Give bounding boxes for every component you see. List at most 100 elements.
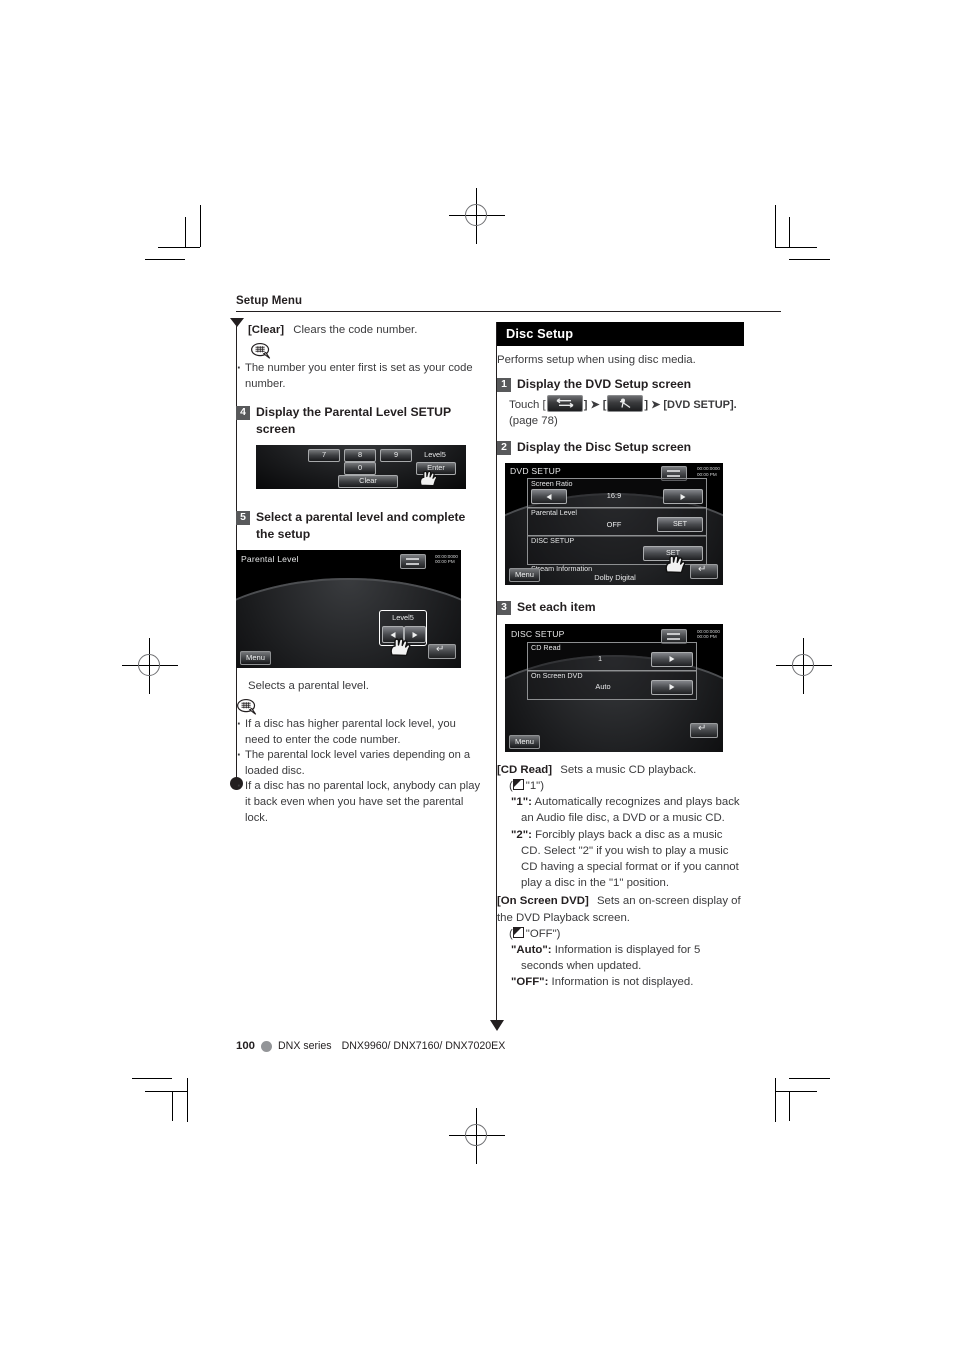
step-2: 2 Display the Disc Setup screen bbox=[497, 439, 744, 456]
option-desc: Information is not displayed. bbox=[551, 976, 694, 989]
keypad-key-9[interactable]: 9 bbox=[380, 449, 412, 463]
source-switch-icon[interactable] bbox=[546, 394, 583, 412]
page-number: 100 bbox=[236, 1040, 256, 1052]
step-number: 1 bbox=[497, 378, 511, 393]
step-number: 3 bbox=[497, 601, 511, 616]
disc-setup-label: DISC SETUP bbox=[531, 536, 575, 546]
clear-note-list: The number you enter first is set as you… bbox=[236, 360, 483, 392]
flow-arrow-down-end-icon bbox=[490, 1020, 504, 1031]
step-title: Display the DVD Setup screen bbox=[517, 377, 692, 392]
keypad-clear-button[interactable]: Clear bbox=[338, 475, 398, 489]
right-column: Disc Setup Performs setup when using dis… bbox=[497, 322, 744, 991]
on-screen-dvd-default-value: "OFF" bbox=[525, 927, 557, 940]
parental-level-screenshot: Parental Level 00:00:0000 00:00 PM Level… bbox=[236, 550, 461, 669]
cd-read-default-value: "1" bbox=[525, 780, 541, 793]
crop-mark-top-right bbox=[770, 205, 830, 260]
keypad-key-0[interactable]: 0 bbox=[344, 462, 376, 476]
step-5: 5 Select a parental level and complete t… bbox=[236, 509, 483, 542]
hand-pointer-icon bbox=[419, 470, 438, 487]
clock-readout: 00:00:0000 00:00 PM bbox=[697, 466, 720, 477]
cd-read-next-button[interactable] bbox=[651, 651, 693, 667]
back-arrow-icon[interactable] bbox=[690, 564, 718, 580]
clear-description: Clears the code number. bbox=[293, 324, 418, 336]
running-head-rule bbox=[236, 311, 781, 312]
list-item: If a disc has no parental lock, anybody … bbox=[236, 778, 483, 826]
menu-button[interactable]: Menu bbox=[509, 568, 540, 583]
page-footer: 100 DNX series DNX9960/ DNX7160/ DNX7020… bbox=[236, 1040, 505, 1052]
option-key: "OFF": bbox=[511, 976, 549, 989]
registration-mark-left bbox=[122, 638, 178, 694]
crop-mark-bottom-left bbox=[132, 1078, 192, 1133]
on-screen-dvd-description: [On Screen DVD] Sets an on-screen displa… bbox=[497, 893, 744, 925]
note-bubble-icon bbox=[237, 698, 257, 715]
on-screen-dvd-label: On Screen DVD bbox=[531, 670, 583, 680]
stream-information-value: Dolby Digital bbox=[594, 573, 636, 583]
on-screen-dvd-term: [On Screen DVD] bbox=[497, 895, 589, 908]
cd-read-default: ("1") bbox=[509, 779, 545, 793]
note-bubble-icon bbox=[251, 343, 271, 359]
source-switch-icon[interactable] bbox=[400, 554, 426, 570]
screen-ratio-label: Screen Ratio bbox=[531, 479, 573, 489]
screen-contents: Parental Level 00:00:0000 00:00 PM Level… bbox=[236, 550, 461, 668]
cd-read-label: CD Read bbox=[531, 642, 561, 652]
option-desc: Automatically recognizes and plays back … bbox=[521, 796, 740, 825]
parental-level-setup-keypad-screenshot: 7 8 9 Level5 0 Enter Clear bbox=[256, 445, 466, 490]
step-1: 1 Display the DVD Setup screen bbox=[497, 376, 744, 393]
crop-mark-top-left bbox=[145, 205, 205, 260]
keypad-key-7[interactable]: 7 bbox=[308, 449, 340, 463]
on-screen-dvd-option-1: "Auto": Information is displayed for 5 s… bbox=[497, 942, 744, 974]
step-title: Set each item bbox=[517, 600, 596, 615]
clear-term-line: [Clear] Clears the code number. bbox=[236, 322, 483, 338]
screen-title: DISC SETUP bbox=[511, 628, 565, 639]
step-title: Select a parental level and complete the… bbox=[256, 510, 466, 541]
hand-pointer-icon bbox=[390, 638, 411, 657]
parental-level-set-button[interactable]: SET bbox=[657, 517, 703, 533]
footer-models: DNX9960/ DNX7160/ DNX7020EX bbox=[341, 1040, 506, 1052]
step-3: 3 Set each item bbox=[497, 599, 744, 616]
cd-read-value: 1 bbox=[597, 653, 603, 663]
list-item: The parental lock level varies depending… bbox=[236, 747, 483, 779]
on-screen-dvd-next-button[interactable] bbox=[651, 679, 693, 695]
back-arrow-icon[interactable] bbox=[428, 644, 456, 660]
note-icon-wrap bbox=[236, 342, 483, 359]
hand-pointer-icon bbox=[665, 555, 686, 574]
back-arrow-icon[interactable] bbox=[690, 722, 718, 738]
step-number: 5 bbox=[236, 511, 250, 526]
screen-title: Parental Level bbox=[241, 554, 299, 565]
note-icon-wrap-2 bbox=[236, 698, 483, 715]
step-1-separator-2: ] ➤ [DVD SETUP]. bbox=[644, 398, 737, 411]
setup-wrench-icon[interactable] bbox=[607, 394, 644, 412]
parental-level-notes: If a disc has higher parental lock level… bbox=[236, 716, 483, 826]
cd-read-option-1: "1": Automatically recognizes and plays … bbox=[497, 794, 744, 826]
menu-button[interactable]: Menu bbox=[240, 651, 271, 666]
step-number: 2 bbox=[497, 441, 511, 456]
step-1-instruction: Touch [ ] ➤ [ ] ➤ [DVD SETUP]. (page 78) bbox=[497, 394, 744, 429]
step-title: Display the Parental Level SETUP screen bbox=[256, 405, 451, 436]
crop-mark-bottom-right bbox=[770, 1078, 830, 1133]
default-setting-icon bbox=[512, 779, 524, 791]
section-header-disc-setup: Disc Setup bbox=[497, 322, 744, 346]
registration-mark-top bbox=[449, 188, 505, 244]
registration-mark-right bbox=[776, 638, 832, 694]
screen-ratio-next-button[interactable] bbox=[663, 489, 703, 505]
list-item: If a disc has higher parental lock level… bbox=[236, 716, 483, 748]
step-title: Display the Disc Setup screen bbox=[517, 440, 692, 455]
step-1-separator-1: ] ➤ [ bbox=[583, 398, 607, 411]
step-4: 4 Display the Parental Level SETUP scree… bbox=[236, 404, 483, 437]
dvd-setup-screenshot: DVD SETUP 00:00:0000 00:00 PM Screen Rat… bbox=[505, 463, 723, 586]
on-screen-dvd-default: ("OFF") bbox=[509, 926, 561, 940]
step-number: 4 bbox=[236, 406, 250, 421]
screen-ratio-prev-button[interactable] bbox=[531, 489, 567, 505]
screen-contents: 7 8 9 Level5 0 Enter Clear bbox=[256, 445, 466, 489]
parental-level-caption: Selects a parental level. bbox=[248, 680, 369, 693]
cd-read-desc: Sets a music CD playback. bbox=[560, 763, 697, 776]
keypad-key-8[interactable]: 8 bbox=[344, 449, 376, 463]
touch-prefix: Touch [ bbox=[509, 398, 546, 411]
disc-setup-screenshot: DISC SETUP 00:00:0000 00:00 PM CD Read 1… bbox=[505, 623, 723, 752]
clock-readout: 00:00:0000 00:00 PM bbox=[697, 628, 720, 640]
clock-readout: 00:00:0000 00:00 PM bbox=[435, 554, 458, 565]
parental-level-value: Level5 bbox=[392, 613, 414, 623]
menu-button[interactable]: Menu bbox=[509, 734, 540, 749]
option-desc: Forcibly plays back a disc as a music CD… bbox=[521, 828, 739, 890]
parental-level-label: Parental Level bbox=[531, 508, 577, 518]
